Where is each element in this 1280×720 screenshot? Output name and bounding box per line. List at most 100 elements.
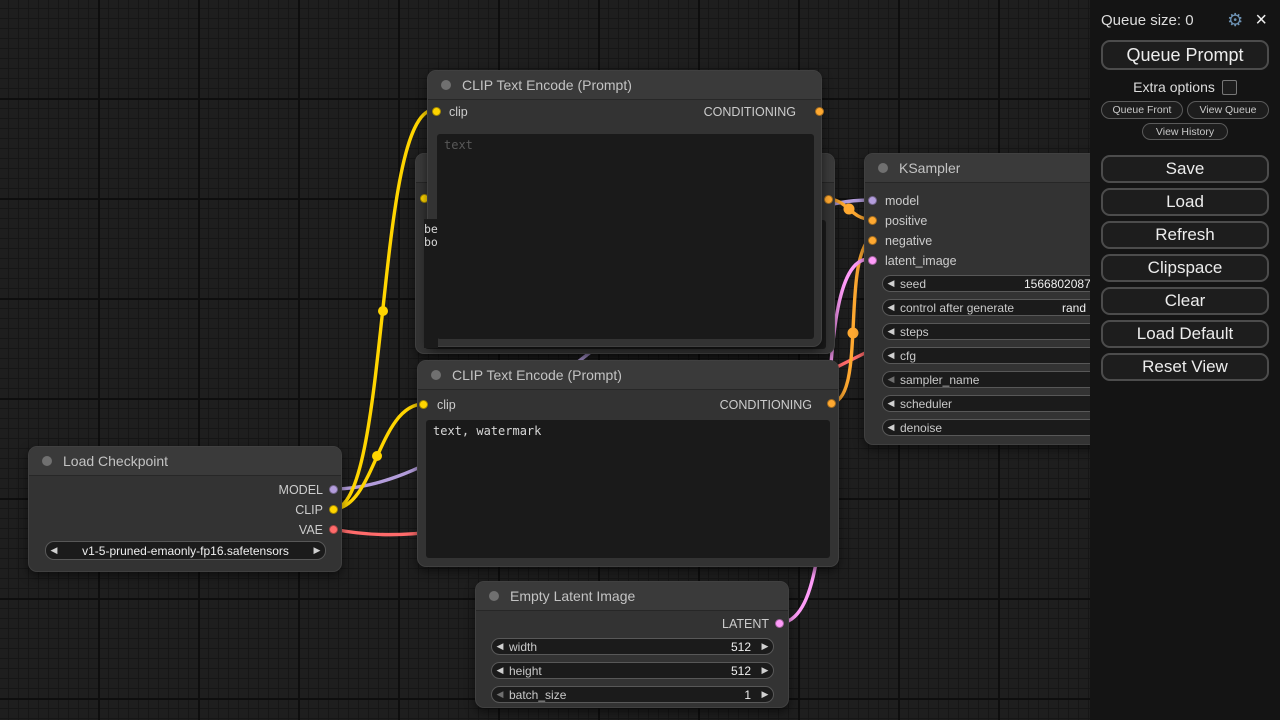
decrement-arrow-icon[interactable]: ◀ (883, 326, 899, 337)
output-label: MODEL (279, 483, 323, 497)
node-titlebar[interactable]: Load Checkpoint (29, 447, 341, 476)
widget-height[interactable]: ◀ height 512 ▶ (491, 662, 774, 679)
output-label: CLIP (295, 503, 323, 517)
reset-view-button[interactable]: Reset View (1101, 353, 1269, 381)
widget-value: v1-5-pruned-emaonly-fp16.safetensors (82, 544, 289, 558)
output-slot-clip[interactable] (329, 505, 338, 514)
input-label: clip (437, 398, 456, 412)
node-titlebar[interactable]: CLIP Text Encode (Prompt) (418, 361, 838, 390)
comfyui-canvas[interactable]: CLIP Text Encode (Prompt) clip CONDITION… (0, 0, 1280, 720)
widget-value: 1566802087 (1024, 277, 1091, 291)
widget-ckpt-name[interactable]: ◀ v1-5-pruned-emaonly-fp16.safetensors ▶ (45, 541, 326, 560)
input-slot-clip[interactable] (419, 400, 428, 409)
collapse-dot-icon[interactable] (431, 370, 441, 380)
view-history-button[interactable]: View History (1142, 123, 1228, 140)
input-slot-positive[interactable] (868, 216, 877, 225)
node-titlebar[interactable]: CLIP Text Encode (Prompt) (428, 71, 821, 100)
decrement-arrow-icon[interactable]: ◀ (492, 689, 508, 700)
queue-size-label: Queue size: 0 (1101, 12, 1227, 29)
queue-prompt-button[interactable]: Queue Prompt (1101, 40, 1269, 70)
input-label: positive (885, 214, 927, 228)
prompt-textarea[interactable]: text (437, 134, 814, 339)
widget-sampler-name[interactable]: ◀ sampler_name (882, 371, 1113, 388)
decrement-arrow-icon[interactable]: ◀ (883, 398, 899, 409)
textarea-placeholder: text (444, 138, 473, 152)
next-arrow-icon[interactable]: ▶ (309, 545, 325, 556)
clipspace-button[interactable]: Clipspace (1101, 254, 1269, 282)
collapse-dot-icon[interactable] (42, 456, 52, 466)
widget-label: control after generate (900, 301, 1014, 315)
output-slot-conditioning[interactable] (827, 399, 836, 408)
collapse-dot-icon[interactable] (489, 591, 499, 601)
collapse-dot-icon[interactable] (878, 163, 888, 173)
decrement-arrow-icon[interactable]: ◀ (883, 302, 899, 313)
widget-width[interactable]: ◀ width 512 ▶ (491, 638, 774, 655)
increment-arrow-icon[interactable]: ▶ (757, 641, 773, 652)
view-queue-button[interactable]: View Queue (1187, 101, 1269, 119)
prev-arrow-icon[interactable]: ◀ (46, 545, 62, 556)
output-label: VAE (299, 523, 323, 537)
increment-arrow-icon[interactable]: ▶ (757, 665, 773, 676)
output-slot-conditioning[interactable] (815, 107, 824, 116)
link-dot (844, 204, 855, 215)
input-slot-clip[interactable] (432, 107, 441, 116)
decrement-arrow-icon[interactable]: ◀ (492, 641, 508, 652)
input-label: negative (885, 234, 932, 248)
widget-label: steps (900, 325, 929, 339)
widget-denoise[interactable]: ◀ denoise (882, 419, 1113, 436)
input-slot-latent-image[interactable] (868, 256, 877, 265)
node-titlebar[interactable]: KSampler (865, 154, 1121, 183)
load-default-button[interactable]: Load Default (1101, 320, 1269, 348)
widget-label: scheduler (900, 397, 952, 411)
widget-cfg[interactable]: ◀ cfg (882, 347, 1113, 364)
decrement-arrow-icon[interactable]: ◀ (492, 665, 508, 676)
input-label: clip (449, 105, 468, 119)
node-title: Load Checkpoint (63, 453, 168, 469)
input-label: latent_image (885, 254, 957, 268)
node-ksampler[interactable]: KSampler model positive negative latent_… (864, 153, 1122, 445)
node-clip-text-encode-negative[interactable]: CLIP Text Encode (Prompt) clip CONDITION… (417, 360, 839, 567)
input-slot-negative[interactable] (868, 236, 877, 245)
node-clip-text-encode-top[interactable]: CLIP Text Encode (Prompt) clip CONDITION… (427, 70, 822, 347)
widget-value: 512 (731, 640, 751, 654)
output-slot-vae[interactable] (329, 525, 338, 534)
node-title: CLIP Text Encode (Prompt) (462, 77, 632, 93)
widget-label: batch_size (509, 688, 566, 702)
output-slot-model[interactable] (329, 485, 338, 494)
prompt-textarea[interactable]: text, watermark (426, 420, 830, 558)
decrement-arrow-icon[interactable]: ◀ (883, 350, 899, 361)
widget-label: cfg (900, 349, 916, 363)
output-slot-latent[interactable] (775, 619, 784, 628)
widget-steps[interactable]: ◀ steps (882, 323, 1113, 340)
output-label: LATENT (722, 617, 769, 631)
input-slot-model[interactable] (868, 196, 877, 205)
widget-batch-size[interactable]: ◀ batch_size 1 ▶ (491, 686, 774, 703)
decrement-arrow-icon[interactable]: ◀ (883, 374, 899, 385)
node-load-checkpoint[interactable]: Load Checkpoint MODEL CLIP VAE ◀ v1-5-pr… (28, 446, 342, 572)
queue-front-button[interactable]: Queue Front (1101, 101, 1183, 119)
settings-gear-icon[interactable]: ⚙ (1227, 11, 1243, 29)
node-titlebar[interactable]: Empty Latent Image (476, 582, 788, 611)
increment-arrow-icon[interactable]: ▶ (757, 689, 773, 700)
decrement-arrow-icon[interactable]: ◀ (883, 422, 899, 433)
decrement-arrow-icon[interactable]: ◀ (883, 278, 899, 289)
widget-value: 512 (731, 664, 751, 678)
close-icon[interactable]: × (1255, 10, 1267, 30)
node-empty-latent-image[interactable]: Empty Latent Image LATENT ◀ width 512 ▶ … (475, 581, 789, 708)
widget-value: rand (1062, 301, 1086, 315)
save-button[interactable]: Save (1101, 155, 1269, 183)
node-title: Empty Latent Image (510, 588, 635, 604)
output-slot-conditioning[interactable] (824, 195, 833, 204)
textarea-text: text, watermark (433, 424, 541, 438)
widget-scheduler[interactable]: ◀ scheduler (882, 395, 1113, 412)
widget-control-after-generate[interactable]: ◀ control after generate rand (882, 299, 1113, 316)
node-title: CLIP Text Encode (Prompt) (452, 367, 622, 383)
load-button[interactable]: Load (1101, 188, 1269, 216)
extra-options-checkbox[interactable] (1222, 80, 1237, 95)
widget-label: height (509, 664, 542, 678)
refresh-button[interactable]: Refresh (1101, 221, 1269, 249)
widget-seed[interactable]: ◀ seed 1566802087 (882, 275, 1113, 292)
clear-button[interactable]: Clear (1101, 287, 1269, 315)
collapse-dot-icon[interactable] (441, 80, 451, 90)
input-label: model (885, 194, 919, 208)
